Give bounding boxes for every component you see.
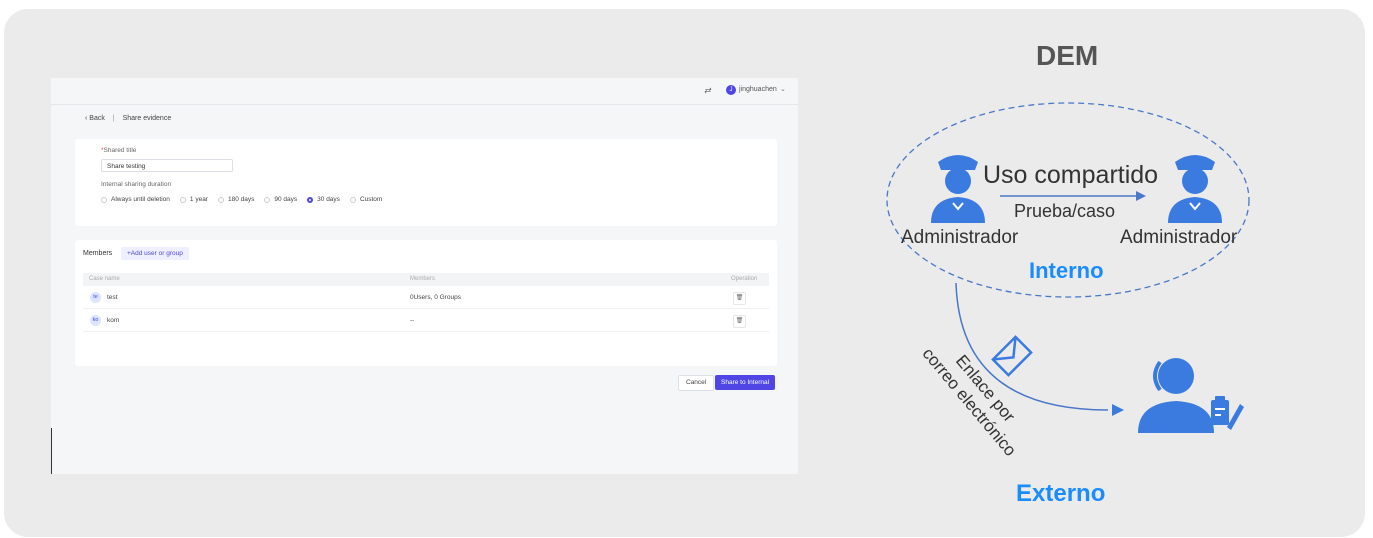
- envelope-icon: [991, 335, 1033, 377]
- external-label: Externo: [1016, 480, 1106, 507]
- sharing-diagram: [886, 102, 1250, 433]
- share-label: Uso compartido: [983, 161, 1159, 189]
- share-sublabel: Prueba/caso: [1014, 201, 1116, 221]
- arrow-head: [1112, 404, 1124, 416]
- external-user-icon: [1138, 358, 1244, 433]
- officer-icon: [1168, 155, 1222, 223]
- left-admin-label: Administrador: [901, 227, 1019, 248]
- officer-icon: [931, 155, 985, 223]
- right-admin-label: Administrador: [1120, 227, 1238, 248]
- diagram-title: DEM: [1036, 40, 1099, 71]
- internal-label: Interno: [1029, 258, 1104, 283]
- arrow-head: [1136, 191, 1146, 201]
